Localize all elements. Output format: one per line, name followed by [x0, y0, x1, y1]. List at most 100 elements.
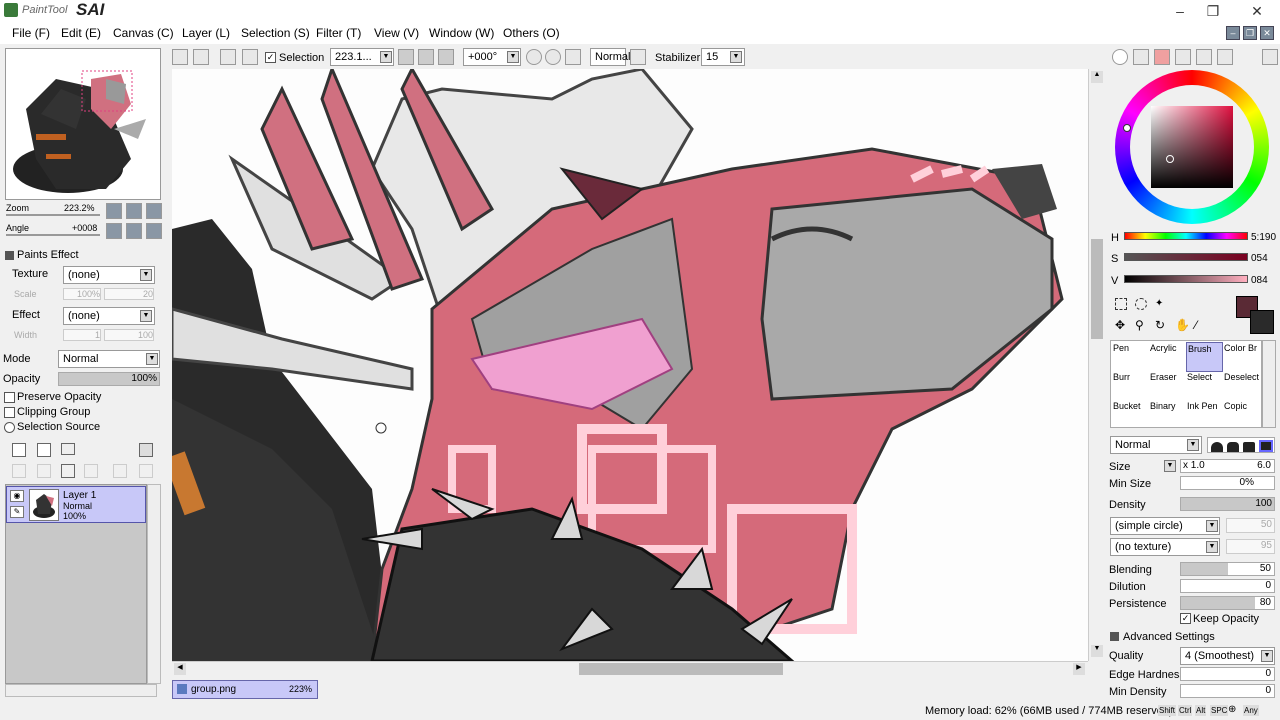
zoom-icon[interactable]: ⚲	[1135, 318, 1147, 332]
scroll-down-icon[interactable]: ▼	[1091, 645, 1103, 657]
edge-hardness-slider[interactable]: 0	[1180, 667, 1275, 681]
hue-picker[interactable]	[1123, 124, 1131, 132]
brush-texture-num[interactable]: 95	[1226, 539, 1275, 554]
zoom-reset-icon[interactable]	[438, 49, 454, 65]
menu-canvas[interactable]: Canvas (C)	[113, 26, 174, 40]
layer-list-hscrollbar[interactable]	[5, 684, 157, 697]
clear-layer-icon[interactable]	[61, 464, 75, 478]
menu-filter[interactable]: Filter (T)	[316, 26, 361, 40]
new-layer-icon[interactable]	[12, 443, 26, 457]
tip-block-icon[interactable]	[1259, 440, 1273, 452]
width-num[interactable]: 100	[104, 329, 154, 341]
eye-icon[interactable]: ◉	[10, 490, 24, 502]
layer-mode-dropdown[interactable]: Normal	[58, 350, 160, 368]
mdi-close-icon[interactable]: ✕	[1260, 26, 1274, 40]
chevron-down-icon[interactable]: ▼	[730, 51, 742, 63]
minimize-icon[interactable]: –	[1165, 2, 1195, 20]
navigator-preview[interactable]	[5, 48, 161, 200]
chevron-down-icon[interactable]: ▼	[380, 51, 392, 63]
scratchpad-icon[interactable]	[1217, 49, 1233, 65]
new-linework-layer-icon[interactable]	[37, 443, 51, 457]
restore-icon[interactable]: ❐	[1198, 2, 1228, 20]
min-density-slider[interactable]: 0	[1180, 684, 1275, 698]
chevron-down-icon[interactable]: ▼	[1206, 520, 1218, 532]
chevron-down-icon[interactable]: ▼	[146, 353, 158, 365]
mdi-minimize-icon[interactable]: –	[1226, 26, 1240, 40]
sv-picker[interactable]	[1166, 155, 1174, 163]
magic-wand-icon[interactable]: ✦	[1155, 298, 1167, 310]
zoom-reset-icon[interactable]	[146, 203, 162, 219]
dilution-slider[interactable]: 0	[1180, 579, 1275, 593]
chevron-down-icon[interactable]: ▼	[140, 269, 152, 281]
tool-pen[interactable]: Pen	[1112, 342, 1149, 372]
hsv-slider-icon[interactable]	[1154, 49, 1170, 65]
canvas-hscrollbar[interactable]: ◀ ▶	[172, 661, 1088, 676]
rotate-right-icon[interactable]	[126, 223, 142, 239]
sv-square[interactable]	[1151, 106, 1233, 188]
chevron-down-icon[interactable]: ▼	[1164, 460, 1176, 472]
layer-mask-icon[interactable]	[139, 443, 153, 457]
background-color-swatch[interactable]	[1250, 310, 1274, 334]
document-tab[interactable]: group.png 223%	[172, 680, 318, 699]
mdi-restore-icon[interactable]: ❐	[1243, 26, 1257, 40]
redo-icon[interactable]	[193, 49, 209, 65]
zoom-slider[interactable]	[6, 214, 100, 216]
chevron-down-icon[interactable]: ▼	[1187, 439, 1199, 451]
brush-lock-icon[interactable]: ✎	[10, 506, 24, 518]
tool-deselect[interactable]: Deselect	[1223, 371, 1260, 401]
tip-round-icon[interactable]	[1211, 442, 1223, 452]
delete-layer-icon[interactable]	[84, 464, 98, 478]
tip-flat-icon[interactable]	[1227, 442, 1239, 452]
angle-slider[interactable]	[6, 234, 100, 236]
brush-texture-dropdown[interactable]: (no texture)	[1110, 538, 1220, 556]
layer-row[interactable]: ◉ ✎ Layer 1 Normal 100%	[6, 486, 146, 523]
width-value[interactable]: 1	[63, 329, 101, 341]
tool-eraser[interactable]: Eraser	[1149, 371, 1186, 401]
deselect-icon[interactable]	[220, 49, 236, 65]
rgb-slider-icon[interactable]	[1133, 49, 1149, 65]
menu-view[interactable]: View (V)	[374, 26, 419, 40]
collapse-icon[interactable]	[1110, 632, 1119, 641]
canvas-vscrollbar[interactable]: ▲ ▼	[1088, 69, 1105, 661]
rect-select-icon[interactable]	[1115, 298, 1127, 310]
tool-brush[interactable]: Brush	[1186, 342, 1223, 372]
zoom-in-icon[interactable]	[126, 203, 142, 219]
rotate-right-icon[interactable]	[545, 49, 561, 65]
min-size-slider[interactable]: 0%	[1180, 476, 1275, 490]
close-icon[interactable]: ✕	[1242, 2, 1272, 20]
lasso-icon[interactable]	[1135, 298, 1147, 310]
drawing-canvas[interactable]	[172, 69, 1088, 661]
brush-shape-dropdown[interactable]: (simple circle)	[1110, 517, 1220, 535]
rotate-reset-icon[interactable]	[146, 223, 162, 239]
scroll-up-icon[interactable]: ▲	[1091, 71, 1103, 83]
selection-source-radio[interactable]	[4, 422, 15, 433]
tool-bucket[interactable]: Bucket	[1112, 400, 1149, 430]
color-wheel-icon[interactable]	[1112, 49, 1128, 65]
selection-checkbox[interactable]: ✓	[265, 52, 276, 63]
tool-copic[interactable]: Copic	[1223, 400, 1260, 430]
chevron-down-icon[interactable]: ▼	[140, 310, 152, 322]
v-slider[interactable]	[1124, 275, 1248, 283]
panel-collapse-icon[interactable]	[1262, 49, 1278, 65]
opacity-slider[interactable]: 100%	[58, 372, 160, 386]
keep-opacity-checkbox[interactable]: ✓	[1180, 613, 1191, 624]
undo-icon[interactable]	[172, 49, 188, 65]
s-slider[interactable]	[1124, 253, 1248, 261]
menu-selection[interactable]: Selection (S)	[241, 26, 310, 40]
tool-select[interactable]: Select	[1186, 371, 1223, 401]
tool-palette-scrollbar[interactable]	[1262, 340, 1276, 428]
flip-icon[interactable]	[630, 49, 646, 65]
color-mixer-icon[interactable]	[1175, 49, 1191, 65]
tool-ink-pen[interactable]: Ink Pen	[1186, 400, 1223, 430]
h-slider[interactable]	[1124, 232, 1248, 240]
hand-icon[interactable]: ✋	[1175, 318, 1190, 332]
density-slider[interactable]: 100	[1180, 497, 1275, 511]
collapse-icon[interactable]	[5, 251, 14, 260]
menu-window[interactable]: Window (W)	[429, 26, 494, 40]
layer-list-scrollbar[interactable]	[147, 484, 161, 684]
eyedropper-icon[interactable]: ⁄	[1195, 318, 1207, 332]
rotate-left-icon[interactable]	[106, 223, 122, 239]
blending-slider[interactable]: 50	[1180, 562, 1275, 576]
merge-down-icon[interactable]	[37, 464, 51, 478]
menu-file[interactable]: File (F)	[12, 26, 50, 40]
